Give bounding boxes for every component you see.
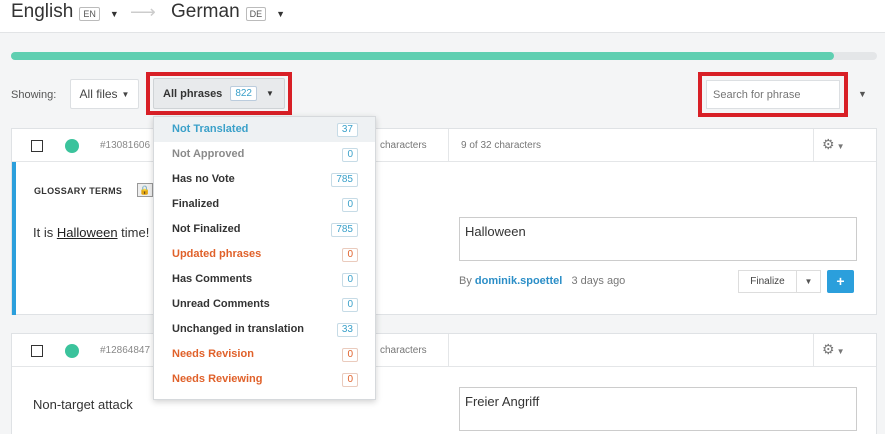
menu-item-label: Has no Vote xyxy=(172,173,235,185)
menu-item[interactable]: Not Finalized 785 xyxy=(154,217,375,242)
menu-item-count: 0 xyxy=(342,373,358,387)
source-text: Non-target attack xyxy=(33,397,133,412)
translation-time: 3 days ago xyxy=(571,275,626,287)
source-language-selector[interactable]: English EN ▼ xyxy=(11,0,119,24)
phrase-card-body: GLOSSARY TERMS 🔒 It is Halloween time! H… xyxy=(12,162,876,315)
menu-item[interactable]: Updated phrases 0 xyxy=(154,242,375,267)
menu-item-count: 0 xyxy=(342,148,358,162)
translation-input[interactable]: Freier Angriff xyxy=(459,387,857,431)
menu-item-count: 785 xyxy=(331,223,358,237)
menu-item-label: Unread Comments xyxy=(172,298,270,310)
phrase-select-checkbox[interactable] xyxy=(31,140,43,152)
menu-item-label: Not Approved xyxy=(172,148,245,160)
chevron-down-icon: ▼ xyxy=(276,9,286,19)
chevron-down-icon: ▼ xyxy=(121,89,130,99)
source-char-count: characters xyxy=(380,345,427,356)
menu-item-count: 0 xyxy=(342,273,358,287)
menu-item-count: 785 xyxy=(331,173,358,187)
divider xyxy=(448,129,449,162)
menu-item[interactable]: Not Translated 37 xyxy=(154,117,375,142)
phrase-card: #12864847 characters ⚙ ▼ Non-target attac… xyxy=(11,333,877,434)
menu-item-label: Updated phrases xyxy=(172,248,262,260)
divider xyxy=(448,334,449,367)
menu-item-count: 0 xyxy=(342,298,358,312)
menu-item-count: 37 xyxy=(336,123,358,137)
menu-item-label: Has Comments xyxy=(172,273,253,285)
source-language-name: English xyxy=(11,1,74,22)
source-text-suffix: time! xyxy=(117,225,150,240)
phrase-card-header: #12864847 characters ⚙ ▼ xyxy=(12,334,876,367)
divider xyxy=(813,129,814,162)
menu-item-label: Not Translated xyxy=(172,123,249,135)
glossary-term-link[interactable]: Halloween xyxy=(57,225,118,240)
menu-item-count: 0 xyxy=(342,348,358,362)
target-language-code: DE xyxy=(245,7,267,21)
menu-item-label: Unchanged in translation xyxy=(172,323,305,335)
menu-item-count: 0 xyxy=(342,198,358,212)
finalize-button[interactable]: Finalize xyxy=(738,270,797,293)
glossary-terms-label: GLOSSARY TERMS xyxy=(34,186,123,196)
menu-item-label: Needs Reviewing xyxy=(172,373,263,385)
arrow-right-icon: ⟶ xyxy=(130,2,156,22)
menu-item[interactable]: Has Comments 0 xyxy=(154,267,375,292)
menu-item[interactable]: Needs Revision 0 xyxy=(154,342,375,367)
status-dot-icon xyxy=(65,344,79,358)
lock-icon[interactable]: 🔒 xyxy=(137,183,153,197)
menu-item[interactable]: Not Approved 0 xyxy=(154,142,375,167)
phrases-filter-button[interactable]: All phrases 822 ▼ xyxy=(153,78,285,109)
menu-item[interactable]: Unchanged in translation 33 xyxy=(154,317,375,342)
source-language-code: EN xyxy=(79,7,100,21)
chevron-down-icon: ▼ xyxy=(266,89,274,98)
search-input[interactable] xyxy=(706,80,840,109)
target-language-name: German xyxy=(171,1,240,22)
language-bar: English EN ▼ ⟶ German DE ▼ xyxy=(0,0,885,33)
files-filter-button[interactable]: All files ▼ xyxy=(70,79,139,109)
target-char-count: 9 of 32 characters xyxy=(461,140,542,151)
divider xyxy=(813,334,814,367)
progress-fill xyxy=(11,52,834,60)
target-language-selector[interactable]: German DE ▼ xyxy=(171,0,285,24)
by-label: By xyxy=(459,275,472,287)
author-link[interactable]: dominik.spoettel xyxy=(475,275,562,287)
files-filter-label: All files xyxy=(79,87,118,101)
phrase-id: #13081606 xyxy=(100,140,151,151)
active-indicator xyxy=(12,162,16,315)
chevron-down-icon: ▼ xyxy=(109,9,119,19)
phrase-id: #12864847 xyxy=(100,345,151,356)
source-char-count: characters xyxy=(380,140,427,151)
menu-item[interactable]: Finalized 0 xyxy=(154,192,375,217)
menu-item-count: 33 xyxy=(336,323,358,337)
menu-item-count: 0 xyxy=(342,248,358,262)
menu-item-label: Finalized xyxy=(172,198,220,210)
translation-progress-bar xyxy=(11,52,877,60)
phrase-card-body: Non-target attack Freier Angriff xyxy=(12,367,876,434)
menu-item-label: Needs Revision xyxy=(172,348,254,360)
chevron-down-icon[interactable]: ▼ xyxy=(858,89,867,99)
translation-author: By dominik.spoettel 3 days ago xyxy=(459,275,625,287)
phrases-filter-label: All phrases xyxy=(163,87,223,100)
phrases-filter-menu: Not Translated 37 Not Approved 0 Has no Vote… xyxy=(153,116,376,400)
phrases-count-badge: 822 xyxy=(230,86,257,101)
translation-input[interactable]: Halloween xyxy=(459,217,857,261)
finalize-options-button[interactable]: ▼ xyxy=(796,270,821,293)
phrase-select-checkbox[interactable] xyxy=(31,345,43,357)
menu-item-label: Not Finalized xyxy=(172,223,241,235)
menu-item[interactable]: Unread Comments 0 xyxy=(154,292,375,317)
phrase-card: #13081606 characters 9 of 32 characters … xyxy=(11,128,877,315)
phrase-card-header: #13081606 characters 9 of 32 characters … xyxy=(12,129,876,162)
menu-item[interactable]: Needs Reviewing 0 xyxy=(154,367,375,392)
gear-icon[interactable]: ⚙ ▼ xyxy=(822,341,844,358)
menu-item[interactable]: Has no Vote 785 xyxy=(154,167,375,192)
status-dot-icon xyxy=(65,139,79,153)
showing-label: Showing: xyxy=(11,89,57,101)
source-text-prefix: It is xyxy=(33,225,57,240)
gear-icon[interactable]: ⚙ ▼ xyxy=(822,136,844,153)
source-text: It is Halloween time! xyxy=(33,225,149,240)
add-translation-button[interactable]: + xyxy=(827,270,854,293)
